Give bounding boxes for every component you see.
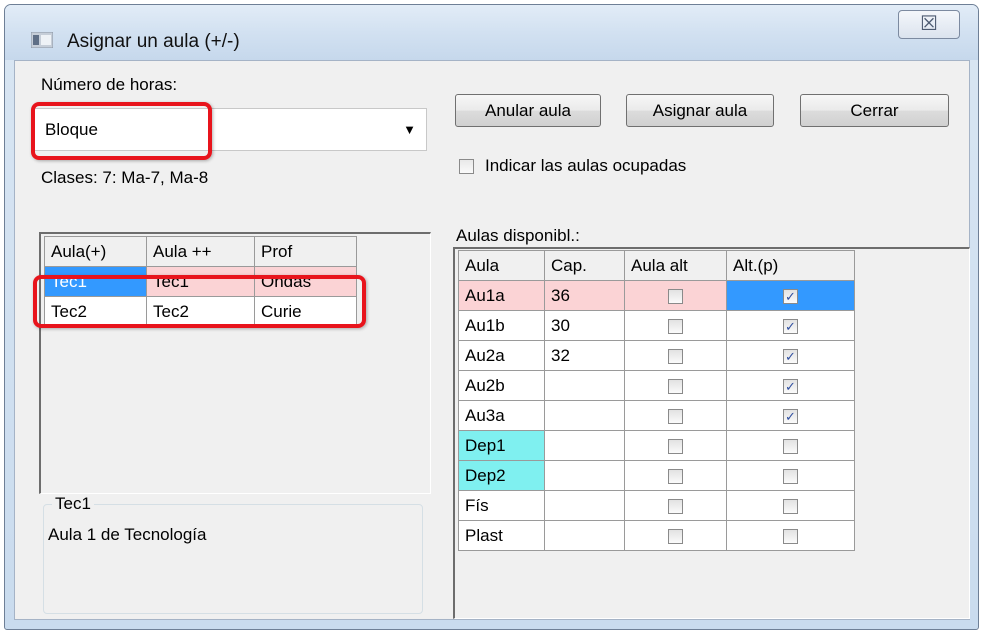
- window-title: Asignar un aula (+/-): [67, 31, 240, 52]
- teacher-room-grid: Aula(+) Aula ++ Prof Tec1 Tec1 Ondas Tec…: [39, 232, 431, 494]
- table-row[interactable]: Dep2: [458, 460, 855, 491]
- cell-cap[interactable]: [544, 520, 625, 551]
- aula-alt-checkbox[interactable]: [668, 468, 683, 484]
- alt-p-checkbox[interactable]: ✓: [783, 378, 798, 394]
- cell-cap[interactable]: [544, 490, 625, 521]
- dialog-body: Número de horas: Bloque ▼ Clases: 7: Ma-…: [14, 60, 970, 620]
- table-row[interactable]: Au3a ✓: [458, 400, 855, 431]
- cell-alt-p[interactable]: [726, 460, 855, 491]
- cell-aula-alt[interactable]: [624, 430, 727, 461]
- cerrar-button[interactable]: Cerrar: [800, 94, 949, 127]
- cell-aula-alt[interactable]: [624, 310, 727, 341]
- cell-aula[interactable]: Plast: [458, 520, 545, 551]
- cell-aula[interactable]: Au2b: [458, 370, 545, 401]
- aula-alt-checkbox[interactable]: [668, 288, 683, 304]
- alt-p-checkbox[interactable]: [783, 438, 798, 454]
- col-header-prof[interactable]: Prof: [254, 236, 357, 267]
- available-rooms-grid: Aula Cap. Aula alt Alt.(p) Au1a 36 ✓ Au1b 30…: [453, 247, 970, 619]
- alt-p-checkbox[interactable]: [783, 468, 798, 484]
- occupied-rooms-label: Indicar las aulas ocupadas: [485, 156, 687, 175]
- chevron-down-icon[interactable]: ▼: [403, 122, 416, 137]
- cell-aula-alt[interactable]: [624, 340, 727, 371]
- cell-alt-p[interactable]: [726, 430, 855, 461]
- room-info-group: Tec1 Aula 1 de Tecnología: [43, 494, 423, 614]
- table-header-row: Aula(+) Aula ++ Prof: [44, 236, 357, 267]
- table-row[interactable]: Fís: [458, 490, 855, 521]
- cell-alt-p[interactable]: ✓: [726, 340, 855, 371]
- aula-alt-checkbox[interactable]: [668, 498, 683, 514]
- cell-alt-p[interactable]: ✓: [726, 370, 855, 401]
- highlight-hours-dropdown: [31, 102, 212, 160]
- hours-label: Número de horas:: [41, 75, 178, 94]
- cell-aula[interactable]: Fís: [458, 490, 545, 521]
- classes-text: Clases: 7: Ma-7, Ma-8: [41, 168, 209, 187]
- cell-cap[interactable]: 36: [544, 280, 625, 311]
- highlight-selected-row: [33, 275, 366, 328]
- cell-aula[interactable]: Dep1: [458, 430, 545, 461]
- alt-p-checkbox[interactable]: ✓: [783, 408, 798, 424]
- cell-aula[interactable]: Au1a: [458, 280, 545, 311]
- cell-aula-alt[interactable]: [624, 460, 727, 491]
- cell-cap[interactable]: [544, 370, 625, 401]
- cell-aula[interactable]: Au3a: [458, 400, 545, 431]
- col-header-aula[interactable]: Aula: [458, 250, 545, 281]
- cell-aula-alt[interactable]: [624, 370, 727, 401]
- table-header-row: Aula Cap. Aula alt Alt.(p): [458, 250, 855, 281]
- cell-alt-p[interactable]: [726, 520, 855, 551]
- cell-cap[interactable]: [544, 460, 625, 491]
- table-row[interactable]: Au1b 30 ✓: [458, 310, 855, 341]
- cell-aula[interactable]: Dep2: [458, 460, 545, 491]
- asignar-aula-button[interactable]: Asignar aula: [626, 94, 774, 127]
- cell-aula-alt[interactable]: [624, 490, 727, 521]
- col-header-cap[interactable]: Cap.: [544, 250, 625, 281]
- room-info-text: Aula 1 de Tecnología: [48, 525, 207, 544]
- occupied-rooms-checkbox[interactable]: [459, 159, 474, 174]
- col-header-aula-alt[interactable]: Aula alt: [624, 250, 727, 281]
- available-rooms-label: Aulas disponibl.:: [456, 226, 580, 245]
- cell-aula[interactable]: Au1b: [458, 310, 545, 341]
- cell-alt-p[interactable]: ✓: [726, 280, 855, 311]
- app-icon: [31, 32, 53, 48]
- aula-alt-checkbox[interactable]: [668, 348, 683, 364]
- close-icon: ☒: [920, 13, 938, 35]
- available-rooms-table: Aula Cap. Aula alt Alt.(p) Au1a 36 ✓ Au1b 30…: [458, 250, 855, 551]
- cell-alt-p[interactable]: ✓: [726, 310, 855, 341]
- cell-aula-alt[interactable]: [624, 400, 727, 431]
- cell-cap[interactable]: 32: [544, 340, 625, 371]
- alt-p-checkbox[interactable]: [783, 498, 798, 514]
- table-row[interactable]: Dep1: [458, 430, 855, 461]
- aula-alt-checkbox[interactable]: [668, 318, 683, 334]
- cell-alt-p[interactable]: ✓: [726, 400, 855, 431]
- cell-cap[interactable]: [544, 400, 625, 431]
- cell-aula[interactable]: Au2a: [458, 340, 545, 371]
- cell-aula-alt[interactable]: [624, 520, 727, 551]
- col-header-alt-p[interactable]: Alt.(p): [726, 250, 855, 281]
- anular-aula-button[interactable]: Anular aula: [455, 94, 601, 127]
- table-row[interactable]: Au2b ✓: [458, 370, 855, 401]
- cell-aula-alt[interactable]: [624, 280, 727, 311]
- cell-alt-p[interactable]: [726, 490, 855, 521]
- alt-p-checkbox[interactable]: ✓: [783, 288, 798, 304]
- room-info-title: Tec1: [52, 494, 94, 514]
- col-header-aula-plusplus[interactable]: Aula ++: [146, 236, 255, 267]
- title-bar: Asignar un aula (+/-) ☒: [5, 5, 978, 60]
- cell-cap[interactable]: [544, 430, 625, 461]
- alt-p-checkbox[interactable]: ✓: [783, 318, 798, 334]
- aula-alt-checkbox[interactable]: [668, 438, 683, 454]
- cell-cap[interactable]: 30: [544, 310, 625, 341]
- table-row[interactable]: Au1a 36 ✓: [458, 280, 855, 311]
- dialog-window: Asignar un aula (+/-) ☒ Número de horas:…: [4, 4, 979, 630]
- table-row[interactable]: Plast: [458, 520, 855, 551]
- aula-alt-checkbox[interactable]: [668, 528, 683, 544]
- alt-p-checkbox[interactable]: ✓: [783, 348, 798, 364]
- col-header-aula-plus[interactable]: Aula(+): [44, 236, 147, 267]
- alt-p-checkbox[interactable]: [783, 528, 798, 544]
- table-row[interactable]: Au2a 32 ✓: [458, 340, 855, 371]
- close-window-button[interactable]: ☒: [898, 10, 960, 39]
- aula-alt-checkbox[interactable]: [668, 408, 683, 424]
- aula-alt-checkbox[interactable]: [668, 378, 683, 394]
